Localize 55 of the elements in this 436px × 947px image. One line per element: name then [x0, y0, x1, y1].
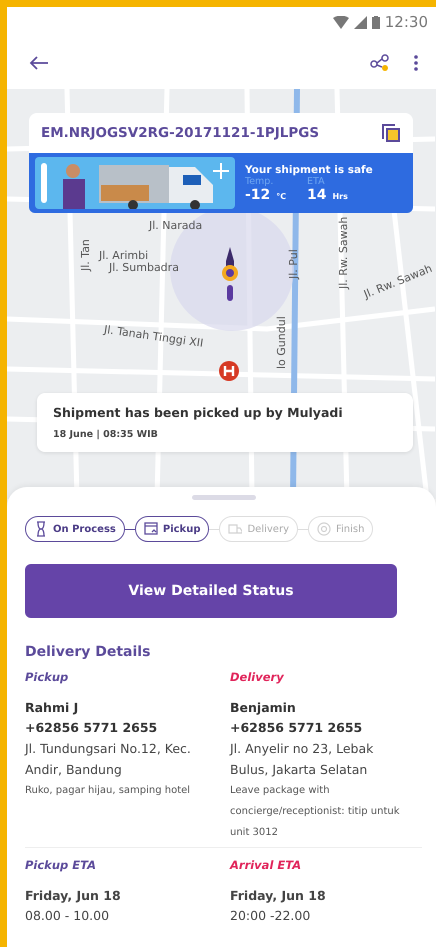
- signal-icon: [354, 16, 367, 28]
- temp-unit: °C: [276, 192, 286, 200]
- eta-time: 08.00 - 10.00: [25, 907, 110, 925]
- battery-icon: [372, 16, 380, 28]
- progress-step: Finish: [308, 516, 374, 542]
- address-text: Jl. Anyelir no 23, Lebak Bulus, Jakarta Selatan: [230, 740, 374, 779]
- status-time: 12:30: [384, 13, 428, 31]
- street-label: Jl. Arimbi: [99, 249, 148, 262]
- temp-label: Temp.: [245, 176, 274, 186]
- drag-handle[interactable]: [192, 495, 256, 500]
- share-icon: [370, 54, 390, 72]
- street-label: lo Gundul: [275, 316, 288, 369]
- contact-name: Rahmi J: [25, 699, 80, 717]
- copy-button[interactable]: [379, 121, 403, 145]
- hourglass-icon: [34, 521, 48, 537]
- rider-icon: [219, 247, 241, 301]
- back-arrow-icon: [29, 55, 49, 71]
- tracking-code: EM.NRJOGSV2RG-20171121-1PJLPGS: [41, 125, 320, 141]
- street-label: Jl. Rw. Sawah: [337, 216, 350, 289]
- progress-step: On Process: [25, 516, 125, 542]
- street-label: Jl. Pul: [287, 249, 300, 279]
- address-note: Leave package with concierge/receptionist: titip untuk unit 3012: [230, 784, 400, 840]
- view-detailed-status-button[interactable]: View Detailed Status: [25, 564, 397, 618]
- eta-time: 20:00 -22.00: [230, 907, 312, 925]
- hospital-marker-icon: [219, 361, 239, 381]
- street-label: Jl. Sumbadra: [109, 261, 179, 274]
- eta-unit: Hrs: [332, 192, 348, 200]
- more-icon: [414, 54, 418, 72]
- eta-label: ETA: [307, 176, 326, 186]
- address-note: Ruko, pagar hijau, samping hotel: [25, 784, 192, 798]
- wifi-icon: [332, 16, 349, 28]
- section-title: Delivery Details: [25, 644, 152, 660]
- column-heading: Arrival ETA: [230, 858, 302, 872]
- eta-value: 14: [307, 186, 326, 202]
- eta-date: Friday, Jun 18: [230, 887, 327, 905]
- banner-title: Your shipment is safe: [245, 164, 373, 176]
- column-heading: Delivery: [230, 670, 285, 684]
- contact-name: Benjamin: [230, 699, 297, 717]
- progress-step: Pickup: [134, 516, 210, 542]
- update-time: 18 June | 08:35 WIB: [53, 429, 159, 440]
- box-icon: [144, 521, 158, 537]
- street-label: Jl. Narada: [149, 219, 202, 232]
- street-label: Jl. Tan: [79, 239, 92, 271]
- street-label: Jl. Tanah Tinggi XII: [103, 323, 204, 350]
- phone-number: +62856 5771 2655: [230, 719, 364, 737]
- temp-value: -12: [245, 186, 270, 202]
- phone-number: +62856 5771 2655: [25, 719, 158, 737]
- target-icon: [317, 521, 331, 537]
- progress-step: Delivery: [219, 516, 298, 542]
- eta-date: Friday, Jun 18: [25, 887, 122, 905]
- copy-icon: [381, 123, 401, 143]
- column-heading: Pickup ETA: [25, 858, 97, 872]
- address-text: Jl. Tundungsari No.12, Kec. Andir, Bandung: [25, 740, 192, 779]
- update-message: Shipment has been picked up by Mulyadi: [53, 405, 344, 420]
- column-heading: Pickup: [25, 670, 70, 684]
